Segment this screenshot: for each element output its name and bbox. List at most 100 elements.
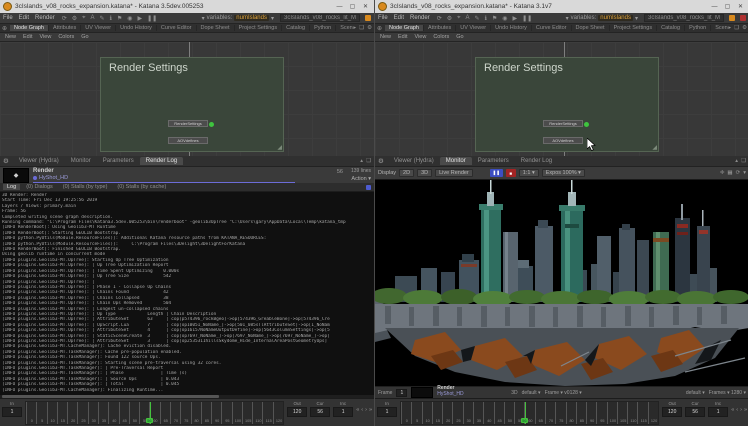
nodegraph-canvas[interactable]: Render Settings ◢ RenderSettings AOVdefi… bbox=[375, 42, 748, 156]
nodegraph-menu-item[interactable]: Colors bbox=[433, 34, 449, 40]
monitor-tool-icon[interactable]: ⟳ bbox=[736, 170, 741, 176]
timeline-inc-field[interactable]: 1 bbox=[333, 407, 353, 417]
main-tab[interactable]: UV Viewer bbox=[81, 25, 116, 31]
pane-gear-icon[interactable]: ⚙ bbox=[367, 25, 372, 31]
pane-gear-icon[interactable]: ⚙ bbox=[378, 157, 384, 165]
pane-gear-icon[interactable]: ⚙ bbox=[3, 157, 9, 165]
pane-options-icon[interactable]: ❑ bbox=[741, 158, 746, 164]
nodegraph-menu-item[interactable]: Go bbox=[81, 34, 88, 40]
pane-split-icon[interactable]: ❑ bbox=[359, 25, 364, 31]
node-rendersettings[interactable]: RenderSettings bbox=[168, 120, 208, 127]
menu-item[interactable]: Edit bbox=[19, 15, 29, 21]
titlebar[interactable]: 3cIslands_v08_rocks_expansion.katana* - … bbox=[0, 0, 374, 13]
log-subtab[interactable]: (0) Dialogs bbox=[22, 184, 57, 190]
toolbar-icon[interactable]: A bbox=[466, 15, 470, 22]
toolbar-icon[interactable]: ⟳ bbox=[62, 15, 67, 22]
toolbar-icon[interactable]: ✎ bbox=[475, 15, 480, 22]
maximize-button[interactable]: ▢ bbox=[346, 3, 359, 10]
main-tab[interactable]: Attributes bbox=[424, 25, 456, 31]
transport-button[interactable]: ‹ bbox=[736, 407, 738, 413]
main-tab[interactable]: Project Settings bbox=[235, 25, 283, 31]
nodegraph-menu-item[interactable]: New bbox=[380, 34, 391, 40]
pane-tab[interactable]: Monitor bbox=[440, 157, 472, 165]
log-scroll-indicator[interactable] bbox=[366, 185, 371, 190]
toolbar-icon[interactable]: ⚙ bbox=[72, 15, 77, 22]
main-tab[interactable]: Catalog bbox=[657, 25, 685, 31]
maximize-button[interactable]: ▢ bbox=[721, 3, 734, 10]
toolbar-icon[interactable]: ◉ bbox=[127, 15, 132, 22]
log-subtab[interactable]: Log bbox=[3, 184, 20, 190]
toolbar-icon[interactable]: ⌖ bbox=[82, 15, 85, 22]
add-tab-icon[interactable]: ⊕ bbox=[2, 25, 7, 32]
session-tab[interactable]: 3cIslands_v08_rocks_lit_M bbox=[644, 14, 724, 22]
variables-control[interactable]: ▾ variables: numIslands ▾ bbox=[566, 15, 638, 22]
channel-dropdown[interactable]: default ▾ bbox=[522, 390, 541, 396]
pane-gear-icon[interactable]: ⚙ bbox=[742, 25, 747, 31]
pane-tab[interactable]: Parameters bbox=[472, 157, 515, 165]
main-tab[interactable]: Scene bbox=[711, 25, 728, 31]
main-tab[interactable]: Dope Sheet bbox=[572, 25, 610, 31]
toolbar-icon[interactable]: ⌖ bbox=[457, 15, 460, 22]
render-thumbnail[interactable]: ◆ bbox=[3, 168, 29, 183]
main-tab[interactable]: Node Graph bbox=[385, 25, 424, 31]
stop-render-button[interactable]: ■ bbox=[506, 169, 516, 177]
pane-tab[interactable]: Monitor bbox=[65, 157, 97, 165]
render-log-console[interactable]: 3D Render: RenderStart Time: Fri Dec 13 … bbox=[0, 192, 374, 395]
toolbar-icon[interactable]: ℹ bbox=[485, 15, 487, 22]
monitor-tool-icon[interactable]: ▾ bbox=[743, 170, 746, 176]
minimize-button[interactable]: — bbox=[708, 4, 721, 10]
main-tab[interactable]: Curve Editor bbox=[532, 25, 572, 31]
live-render-button[interactable]: Live Render bbox=[435, 169, 473, 177]
transport-button[interactable]: › bbox=[365, 407, 367, 413]
main-tab[interactable]: Python bbox=[310, 25, 336, 31]
variables-control[interactable]: ▾ variables: numIslands ▾ bbox=[202, 15, 274, 22]
transport-button[interactable]: « bbox=[356, 407, 359, 413]
toolbar-icon[interactable]: ✎ bbox=[100, 15, 105, 22]
nodegraph-menu-item[interactable]: New bbox=[5, 34, 16, 40]
menu-item[interactable]: File bbox=[3, 15, 13, 21]
render-pass-row[interactable]: HyShot_HD bbox=[33, 175, 337, 181]
nodegraph-menu-item[interactable]: Edit bbox=[23, 34, 32, 40]
nodegraph-menu-item[interactable]: Colors bbox=[58, 34, 74, 40]
transport-button[interactable]: » bbox=[744, 407, 747, 413]
tab-overflow-icon[interactable]: ▸ bbox=[353, 25, 356, 31]
main-tab[interactable]: UV Viewer bbox=[456, 25, 491, 31]
catalog-thumbnail[interactable] bbox=[411, 387, 433, 398]
toolbar-icon[interactable]: ⚑ bbox=[492, 15, 497, 22]
view-3d-button[interactable]: 3D bbox=[417, 169, 432, 177]
toolbar-icon[interactable]: ❚❚ bbox=[147, 15, 157, 22]
toolbar-icon[interactable]: ⚙ bbox=[447, 15, 452, 22]
pane-float-icon[interactable]: ▴ bbox=[360, 158, 363, 164]
main-tab[interactable]: Catalog bbox=[282, 25, 310, 31]
timeline-in-field[interactable]: 1 bbox=[2, 407, 22, 417]
render-stop-icon[interactable] bbox=[740, 15, 746, 21]
toolbar-icon[interactable]: ⚑ bbox=[117, 15, 122, 22]
toolbar-icon[interactable]: A bbox=[91, 15, 95, 22]
close-button[interactable]: ✕ bbox=[359, 3, 372, 10]
timeline-inc-field[interactable]: 1 bbox=[708, 407, 728, 417]
variables-value[interactable]: numIslands bbox=[598, 15, 633, 21]
menu-item[interactable]: Render bbox=[410, 15, 430, 21]
main-tab[interactable]: Node Graph bbox=[10, 25, 49, 31]
toolbar-icon[interactable]: ▶ bbox=[512, 15, 517, 22]
node-rendersettings[interactable]: RenderSettings bbox=[543, 120, 583, 127]
variables-value[interactable]: numIslands bbox=[234, 15, 269, 21]
frame-field[interactable]: 1 bbox=[396, 389, 407, 397]
add-tab-icon[interactable]: ⊕ bbox=[377, 25, 382, 32]
action-dropdown[interactable]: Action ▾ bbox=[351, 176, 371, 182]
timeline-cur-field[interactable]: 56 bbox=[685, 407, 705, 417]
log-subtab[interactable]: (0) Stalls (by cache) bbox=[113, 184, 170, 190]
menu-item[interactable]: File bbox=[378, 15, 388, 21]
current-frame-marker[interactable]: 56 bbox=[146, 402, 155, 424]
menu-item[interactable]: Edit bbox=[394, 15, 404, 21]
pane-tab[interactable]: Viewer (Hydra) bbox=[388, 157, 440, 165]
main-tab[interactable]: Curve Editor bbox=[157, 25, 197, 31]
nodegraph-menu-item[interactable]: Go bbox=[456, 34, 463, 40]
compare-dropdown[interactable]: default ▾ bbox=[686, 390, 705, 396]
toolbar-icon[interactable]: ▶ bbox=[137, 15, 142, 22]
transport-button[interactable]: ‹ bbox=[361, 407, 363, 413]
exposure-button[interactable]: Expos 100% ▾ bbox=[542, 169, 585, 177]
timeline-out-field[interactable]: 120 bbox=[287, 407, 307, 417]
backdrop-resize-icon[interactable]: ◢ bbox=[277, 144, 282, 151]
main-tab[interactable]: Undo History bbox=[116, 25, 157, 31]
